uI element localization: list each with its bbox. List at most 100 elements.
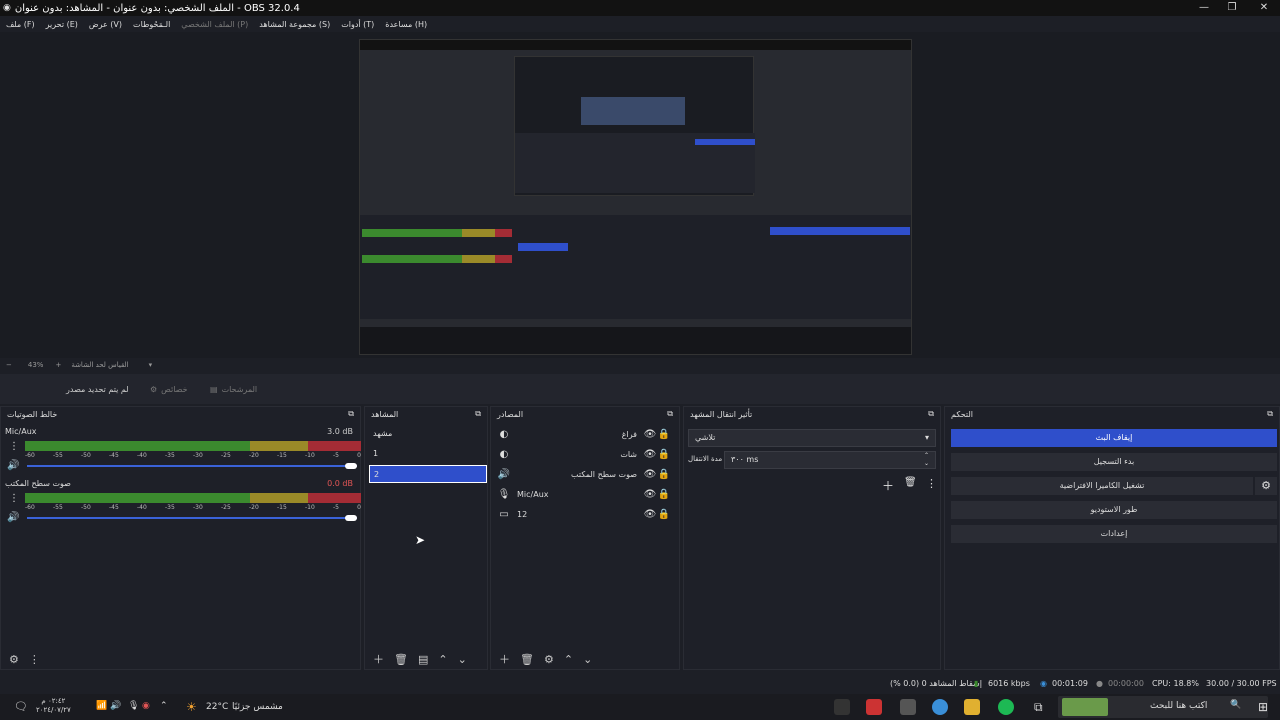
nested-titlebar [360,40,911,50]
source-item[interactable]: ◐ شات 👁 🔒 [497,445,671,463]
menu-docks[interactable]: الـمَحُوطات [133,20,170,29]
nested-dock-row [360,215,911,319]
scene-item-selected[interactable]: 2 [369,465,487,483]
menu-edit[interactable]: تحرير (E) [46,20,78,29]
trash-icon[interactable]: 🗑 [904,477,917,488]
virtual-camera-settings-icon[interactable]: ⚙ [1255,477,1277,495]
scene-item[interactable]: مشهد [369,425,487,443]
eye-icon[interactable]: 👁 [643,509,657,520]
eye-icon[interactable]: 👁 [643,489,657,500]
start-virtual-camera-button[interactable]: تشغيل الكاميرا الافتراضية [951,477,1253,495]
kebab-menu-icon[interactable]: ⋮ [9,493,19,504]
zoom-dropdown-icon[interactable]: ▾ [149,361,153,369]
source-item[interactable]: 🎙 Mic/Aux 👁 🔒 [497,485,671,503]
undock-icon[interactable]: ⧉ [475,409,481,419]
preview-canvas[interactable] [359,39,912,355]
lock-icon[interactable]: 🔒 [657,469,671,480]
lock-icon[interactable]: 🔒 [657,449,671,460]
stop-streaming-button[interactable]: إيقاف البث [951,429,1277,447]
lock-icon[interactable]: 🔒 [657,429,671,440]
wifi-icon[interactable]: 📶 [96,701,107,711]
eye-icon[interactable]: 👁 [643,429,657,440]
kebab-menu-icon[interactable]: ⋮ [9,441,19,452]
volume-slider-handle[interactable] [345,515,357,521]
obs-taskbar-icon[interactable] [834,699,850,715]
record-time: 00:00:00 [1108,679,1144,688]
eye-icon[interactable]: 👁 [643,469,657,480]
close-button[interactable]: ✕ [1248,0,1280,16]
mixer-channel: صوت سطح المكتب 0.0 dB ⋮ -60 -55 -50 -45 -40-… [5,479,361,523]
lock-icon[interactable]: 🔒 [657,489,671,500]
add-icon[interactable]: ＋ [499,651,510,667]
mixer-menu-icon[interactable]: ⋮ [29,653,40,666]
menu-profile[interactable]: الملف الشخصي (P) [181,20,248,29]
move-down-icon[interactable]: ⌄ [458,653,467,666]
scenes-header: المشاهد ⧉ [365,407,487,421]
source-item[interactable]: 🔊 صوت سطح المكتب 👁 🔒 [497,465,671,483]
meter-tick-label: -35 [165,504,175,511]
start-recording-button[interactable]: بدء التسجيل [951,453,1277,471]
signal-icon: ▮ [974,679,979,688]
zoom-fit-label[interactable]: القياس لحد الشاشة [71,361,128,369]
menu-tools[interactable]: أدوات (T) [341,20,374,29]
speaker-icon[interactable]: 🔊 [7,512,19,523]
search-box[interactable]: اكتب هنا للبحث 🔍 [1058,696,1268,718]
move-up-icon[interactable]: ⌃ [564,653,573,666]
filter-icon[interactable]: ▤ [418,653,428,666]
obs-tray-icon[interactable]: ◉ [142,701,150,711]
source-item[interactable]: ▭ 12 👁 🔒 [497,505,671,523]
add-icon[interactable]: ＋ [373,651,384,667]
volume-slider[interactable] [27,517,357,519]
move-up-icon[interactable]: ⌃ [438,653,447,666]
eye-icon[interactable]: 👁 [643,449,657,460]
clock[interactable]: ٠٢:٤٢ م ٢٠٢٤/٠٧/٢٧ [36,697,71,715]
move-down-icon[interactable]: ⌄ [583,653,592,666]
menu-view[interactable]: عرض (V) [89,20,122,29]
windows-start-icon[interactable]: ⊞ [1258,700,1268,714]
menu-file[interactable]: ملف (F) [6,20,35,29]
spotify-taskbar-icon[interactable] [998,699,1014,715]
transition-menu-icon[interactable]: ⋮ [926,477,937,490]
no-source-label: لم يتم تحديد مصدر [66,384,129,394]
settings-button[interactable]: إعدادات [951,525,1277,543]
trash-icon[interactable]: 🗑 [520,653,534,666]
undock-icon[interactable]: ⧉ [1267,409,1273,419]
undock-icon[interactable]: ⧉ [928,409,934,419]
tray-chevron-icon[interactable]: ⌃ [160,701,168,711]
trash-icon[interactable]: 🗑 [394,653,408,666]
menu-help[interactable]: مساعدة (H) [385,20,427,29]
task-view-icon[interactable]: ⧉ [1034,700,1043,715]
maximize-button[interactable]: ❐ [1216,0,1248,16]
speaker-icon[interactable]: 🔊 [7,460,19,471]
meter-tick-label: -55 [53,452,63,459]
meter-ticks: -60 -55 -50 -45 -40 -35 -30 -25 -20 -15 -10 -5 0 [25,452,361,459]
scene-item[interactable]: 1 [369,445,487,463]
notifications-icon[interactable]: 🗨 [14,700,28,713]
volume-slider[interactable] [27,465,357,467]
undock-icon[interactable]: ⧉ [348,409,354,419]
menu-scene-collection[interactable]: مجموعة المشاهد (S) [259,20,330,29]
duration-spinbox[interactable]: ٣٠٠ ms ⌃ ⌄ [724,451,936,469]
transition-type-select[interactable]: تلاشي ▾ [688,429,936,447]
add-transition-icon[interactable]: ＋ [882,477,894,494]
lock-icon[interactable]: 🔒 [657,509,671,520]
undock-icon[interactable]: ⧉ [667,409,673,419]
properties-button[interactable]: ⚙ خصائص [144,380,194,398]
studio-mode-button[interactable]: طور الاستوديو [951,501,1277,519]
settings-taskbar-icon[interactable] [900,699,916,715]
file-explorer-taskbar-icon[interactable] [964,699,980,715]
store-taskbar-icon[interactable] [866,699,882,715]
mic-icon[interactable]: 🎙 [128,701,139,711]
transitions-dock: تأثير انتقال المشهد ⧉ تلاشي ▾ مدة الانتق… [683,406,941,670]
source-item[interactable]: ◐ فراغ 👁 🔒 [497,425,671,443]
advanced-audio-icon[interactable]: ⚙ [9,653,19,666]
weather-temp: 22°C [206,702,229,712]
chrome-taskbar-icon[interactable] [932,699,948,715]
volume-icon[interactable]: 🔊 [110,701,121,711]
spin-arrows-icon[interactable]: ⌃ ⌄ [924,452,929,468]
volume-slider-handle[interactable] [345,463,357,469]
gear-icon[interactable]: ⚙ [544,653,554,666]
zoom-in-icon[interactable]: + [55,361,61,369]
filters-button[interactable]: ▤ المرشحات [204,380,263,398]
zoom-out-icon[interactable]: − [6,361,12,369]
